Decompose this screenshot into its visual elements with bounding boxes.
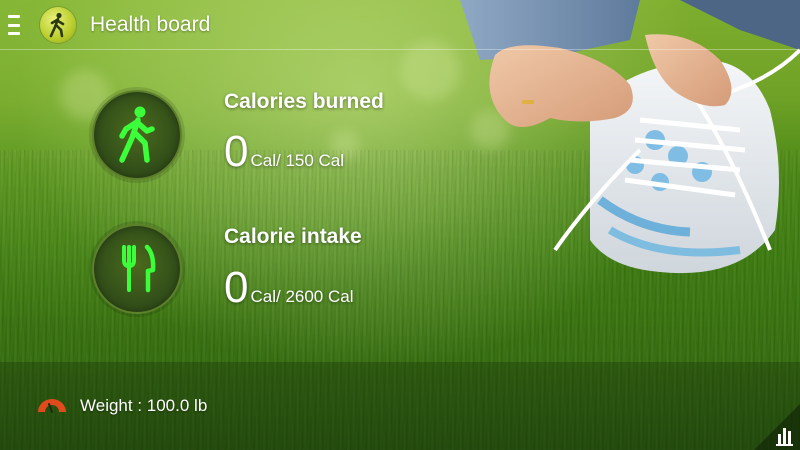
calories-burned-value: 0 Cal/ 150 Cal xyxy=(224,130,344,174)
drawer-menu-icon[interactable] xyxy=(8,13,22,37)
calorie-intake-current: 0 xyxy=(224,263,249,312)
calories-burned-goal: Cal/ 150 Cal xyxy=(250,151,345,170)
calories-burned-title: Calories burned xyxy=(224,90,384,113)
action-bar: Health board xyxy=(0,0,800,50)
scale-gauge-icon xyxy=(38,399,66,413)
calorie-intake-goal: Cal/ 2600 Cal xyxy=(250,287,354,306)
bottom-bar: Weight : 100.0 lb xyxy=(0,362,800,450)
calories-burned-current: 0 xyxy=(224,127,249,176)
app-title: Health board xyxy=(90,13,211,36)
weight-label: Weight : 100.0 lb xyxy=(80,396,208,415)
walking-person-icon xyxy=(92,90,182,180)
bar-chart-icon[interactable] xyxy=(754,404,800,450)
weight-row[interactable]: Weight : 100.0 lb xyxy=(36,396,207,416)
calorie-intake-value: 0 Cal/ 2600 Cal xyxy=(224,266,354,310)
fork-knife-icon xyxy=(92,224,182,314)
calorie-intake-title: Calorie intake xyxy=(224,225,362,248)
walking-person-icon[interactable] xyxy=(40,7,76,43)
